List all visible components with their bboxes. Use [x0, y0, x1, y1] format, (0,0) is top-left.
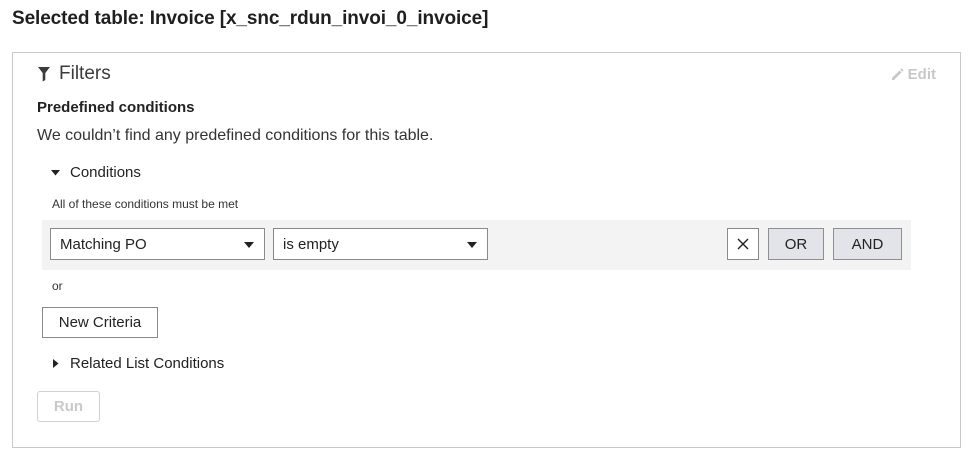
filters-heading: Filters [59, 63, 111, 84]
operator-select-value: is empty [283, 235, 339, 253]
filters-panel: Filters Edit Predefined conditions We co… [12, 52, 961, 448]
page-title: Selected table: Invoice [x_snc_rdun_invo… [12, 8, 489, 29]
conditions-toggle[interactable]: Conditions [51, 164, 141, 181]
filter-icon [38, 67, 50, 82]
related-list-conditions-toggle[interactable]: Related List Conditions [51, 355, 224, 372]
operator-select[interactable]: is empty [273, 228, 488, 260]
field-select[interactable]: Matching PO [50, 228, 265, 260]
edit-label: Edit [907, 66, 936, 83]
condition-row: Matching PO is empty OR AND [42, 220, 911, 270]
dropdown-caret-icon [467, 242, 477, 248]
predefined-conditions-message: We couldn’t find any predefined conditio… [37, 127, 434, 144]
remove-condition-button[interactable] [727, 228, 759, 260]
run-button[interactable]: Run [37, 391, 100, 422]
pencil-icon [891, 68, 904, 80]
predefined-conditions-title: Predefined conditions [37, 99, 195, 116]
conditions-toggle-label: Conditions [70, 164, 141, 181]
or-separator: or [52, 279, 63, 293]
dropdown-caret-icon [244, 242, 254, 248]
new-criteria-button[interactable]: New Criteria [42, 307, 158, 338]
caret-down-icon [51, 170, 60, 176]
close-icon [737, 238, 749, 250]
field-select-value: Matching PO [60, 235, 147, 253]
filters-header: Filters [37, 63, 111, 85]
and-button[interactable]: AND [833, 228, 902, 260]
or-button[interactable]: OR [768, 228, 824, 260]
edit-button[interactable]: Edit [891, 66, 936, 83]
conditions-requirement-text: All of these conditions must be met [52, 197, 239, 211]
caret-right-icon [53, 359, 59, 368]
related-list-conditions-label: Related List Conditions [70, 355, 225, 372]
